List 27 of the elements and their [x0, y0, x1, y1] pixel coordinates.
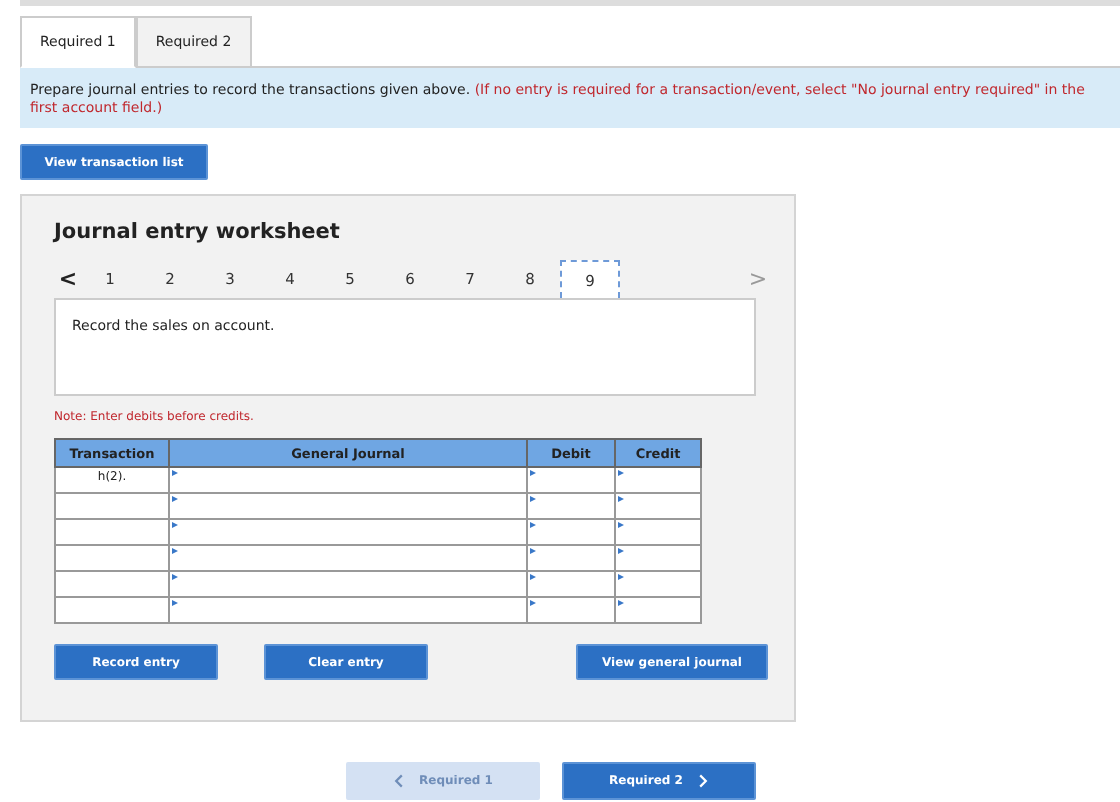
input-field[interactable]: [527, 493, 615, 519]
input-field[interactable]: [527, 545, 615, 571]
worksheet-title: Journal entry worksheet: [54, 220, 342, 244]
chevron-left-icon: [393, 774, 404, 788]
input-field[interactable]: [615, 519, 701, 545]
input-field[interactable]: [527, 597, 615, 623]
table-cell: [55, 519, 169, 545]
input-field[interactable]: [615, 597, 701, 623]
input-field[interactable]: [527, 571, 615, 597]
table-cell: [55, 571, 169, 597]
input-field[interactable]: [169, 467, 527, 493]
table-cell: [55, 493, 169, 519]
input-field[interactable]: [527, 519, 615, 545]
table-cell: [55, 597, 169, 623]
input-field[interactable]: [615, 571, 701, 597]
input-field[interactable]: [169, 519, 527, 545]
input-field[interactable]: [615, 545, 701, 571]
input-field[interactable]: [169, 597, 527, 623]
chevron-right-icon: [698, 774, 709, 788]
input-field[interactable]: [615, 493, 701, 519]
previous-button[interactable]: <: [56, 266, 80, 292]
input-field[interactable]: [615, 467, 701, 493]
input-field[interactable]: [169, 545, 527, 571]
input-field[interactable]: [169, 571, 527, 597]
table-cell: [55, 545, 169, 571]
input-field[interactable]: [169, 493, 527, 519]
input-field[interactable]: [527, 467, 615, 493]
